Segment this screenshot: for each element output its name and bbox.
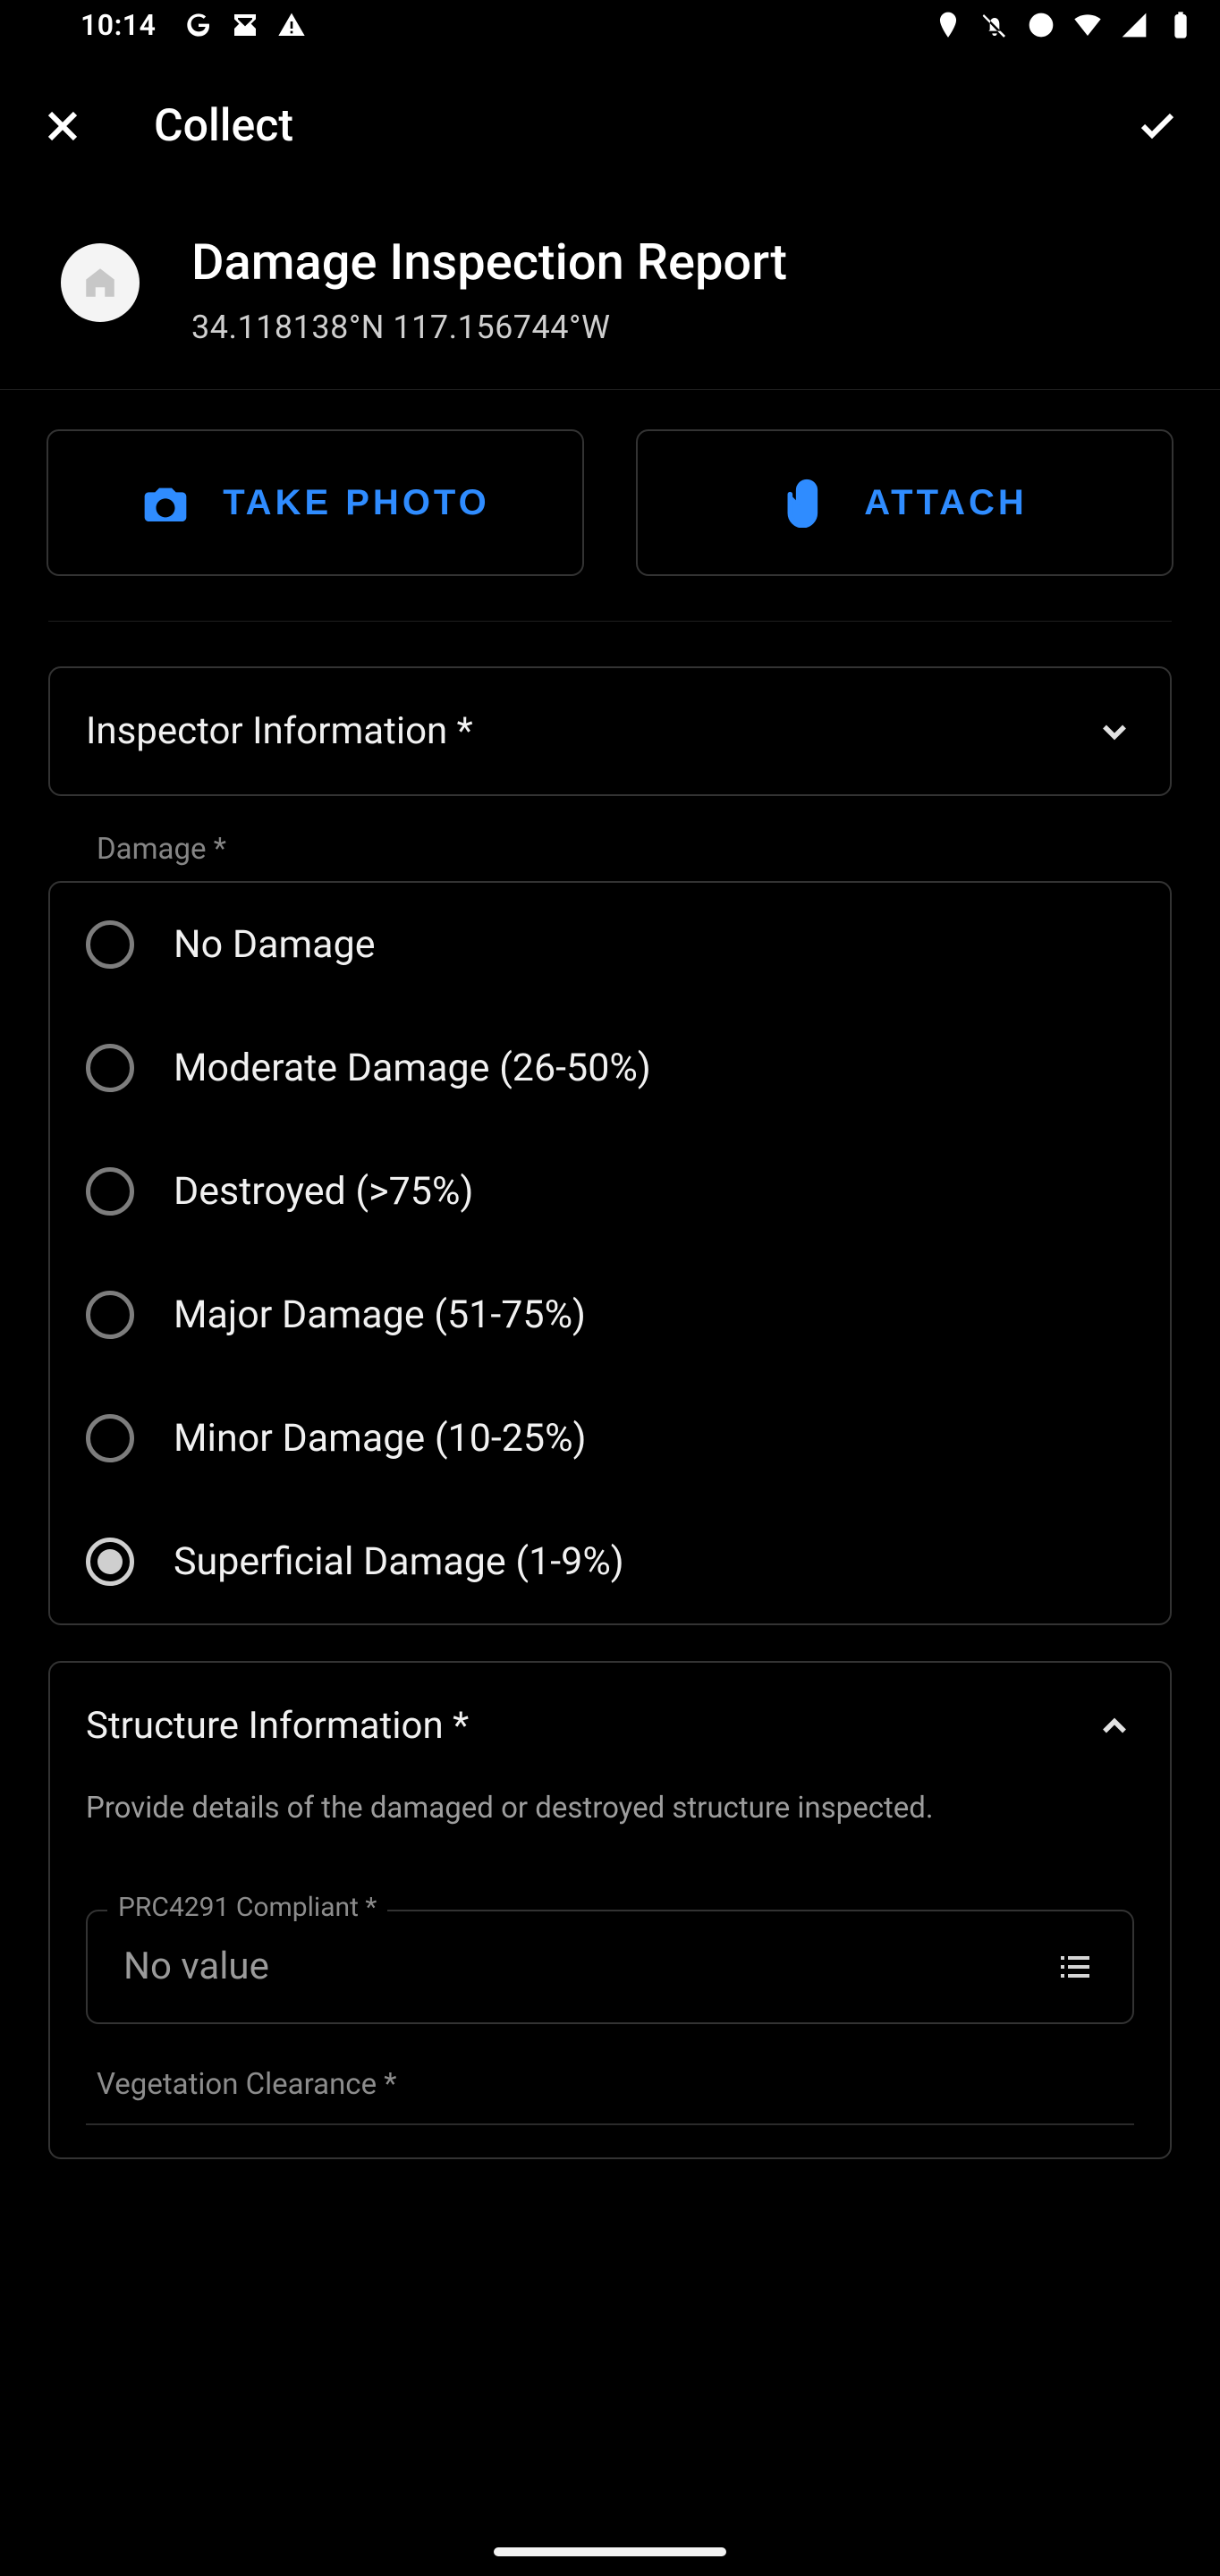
app-title: Collect bbox=[154, 100, 1131, 152]
radio-label: Major Damage (51-75%) bbox=[174, 1292, 586, 1337]
vegetation-clearance-label: Vegetation Clearance * bbox=[86, 2067, 1134, 2102]
cell-signal-icon bbox=[1120, 11, 1148, 39]
attach-button[interactable]: ATTACH bbox=[636, 429, 1173, 576]
radio-icon bbox=[86, 1044, 134, 1092]
nav-bar-indicator bbox=[494, 2547, 726, 2556]
prc-compliant-select[interactable]: No value bbox=[86, 1910, 1134, 2024]
radio-icon bbox=[86, 1414, 134, 1462]
damage-option-major[interactable]: Major Damage (51-75%) bbox=[50, 1253, 1170, 1377]
google-icon bbox=[184, 11, 213, 39]
close-button[interactable] bbox=[36, 99, 89, 153]
form-header: Damage Inspection Report 34.118138°N 117… bbox=[0, 202, 1220, 389]
camera-icon bbox=[140, 478, 191, 528]
radio-label: Minor Damage (10-25%) bbox=[174, 1416, 587, 1461]
status-bar: 10:14 bbox=[0, 0, 1220, 50]
radio-label: No Damage bbox=[174, 922, 376, 967]
radio-icon bbox=[86, 1291, 134, 1339]
structure-info-toggle[interactable]: Structure Information * bbox=[50, 1663, 1170, 1789]
damage-option-superficial[interactable]: Superficial Damage (1-9%) bbox=[50, 1500, 1170, 1623]
radio-label: Moderate Damage (26-50%) bbox=[174, 1046, 651, 1090]
radio-icon bbox=[86, 1538, 134, 1586]
form-coordinates: 34.118138°N 117.156744°W bbox=[191, 309, 787, 346]
damage-option-no-damage[interactable]: No Damage bbox=[50, 883, 1170, 1006]
damage-label: Damage * bbox=[48, 832, 1172, 881]
prc-compliant-field: PRC4291 Compliant * No value bbox=[86, 1910, 1134, 2024]
inspector-info-group: Inspector Information * bbox=[48, 666, 1172, 796]
damage-radio-group: No Damage Moderate Damage (26-50%) Destr… bbox=[48, 881, 1172, 1625]
list-icon bbox=[1054, 1945, 1097, 1988]
status-time: 10:14 bbox=[80, 8, 156, 42]
dnd-circle-icon bbox=[1027, 11, 1055, 39]
field-rule bbox=[86, 2123, 1134, 2125]
damage-option-moderate[interactable]: Moderate Damage (26-50%) bbox=[50, 1006, 1170, 1130]
dnd-bell-icon bbox=[980, 11, 1009, 39]
take-photo-button[interactable]: TAKE PHOTO bbox=[47, 429, 584, 576]
attach-label: ATTACH bbox=[864, 483, 1027, 523]
paperclip-icon bbox=[782, 478, 832, 528]
radio-icon bbox=[86, 920, 134, 969]
battery-icon bbox=[1166, 11, 1195, 39]
radio-icon bbox=[86, 1167, 134, 1216]
location-icon bbox=[934, 11, 962, 39]
form-title: Damage Inspection Report bbox=[191, 233, 787, 292]
inspector-info-toggle[interactable]: Inspector Information * bbox=[50, 668, 1170, 794]
submit-button[interactable] bbox=[1131, 99, 1184, 153]
radio-label: Destroyed (>75%) bbox=[174, 1169, 473, 1214]
app-bar: Collect bbox=[0, 50, 1220, 202]
radio-label: Superficial Damage (1-9%) bbox=[174, 1539, 624, 1584]
chevron-up-icon bbox=[1095, 1707, 1134, 1746]
structure-info-title: Structure Information * bbox=[86, 1704, 469, 1748]
warning-icon bbox=[277, 11, 306, 39]
wifi-icon bbox=[1073, 11, 1102, 39]
chevron-down-icon bbox=[1095, 712, 1134, 751]
structure-info-desc: Provide details of the damaged or destro… bbox=[50, 1789, 1170, 1868]
take-photo-label: TAKE PHOTO bbox=[223, 483, 490, 523]
screenshot-indicator-icon bbox=[231, 11, 259, 39]
prc-compliant-label: PRC4291 Compliant * bbox=[107, 1892, 387, 1923]
structure-info-group: Structure Information * Provide details … bbox=[48, 1661, 1172, 2159]
damage-option-destroyed[interactable]: Destroyed (>75%) bbox=[50, 1130, 1170, 1253]
form-type-icon bbox=[61, 243, 140, 322]
prc-compliant-value: No value bbox=[123, 1945, 269, 1988]
damage-option-minor[interactable]: Minor Damage (10-25%) bbox=[50, 1377, 1170, 1500]
inspector-info-title: Inspector Information * bbox=[86, 709, 473, 753]
media-actions: TAKE PHOTO ATTACH bbox=[0, 390, 1220, 621]
